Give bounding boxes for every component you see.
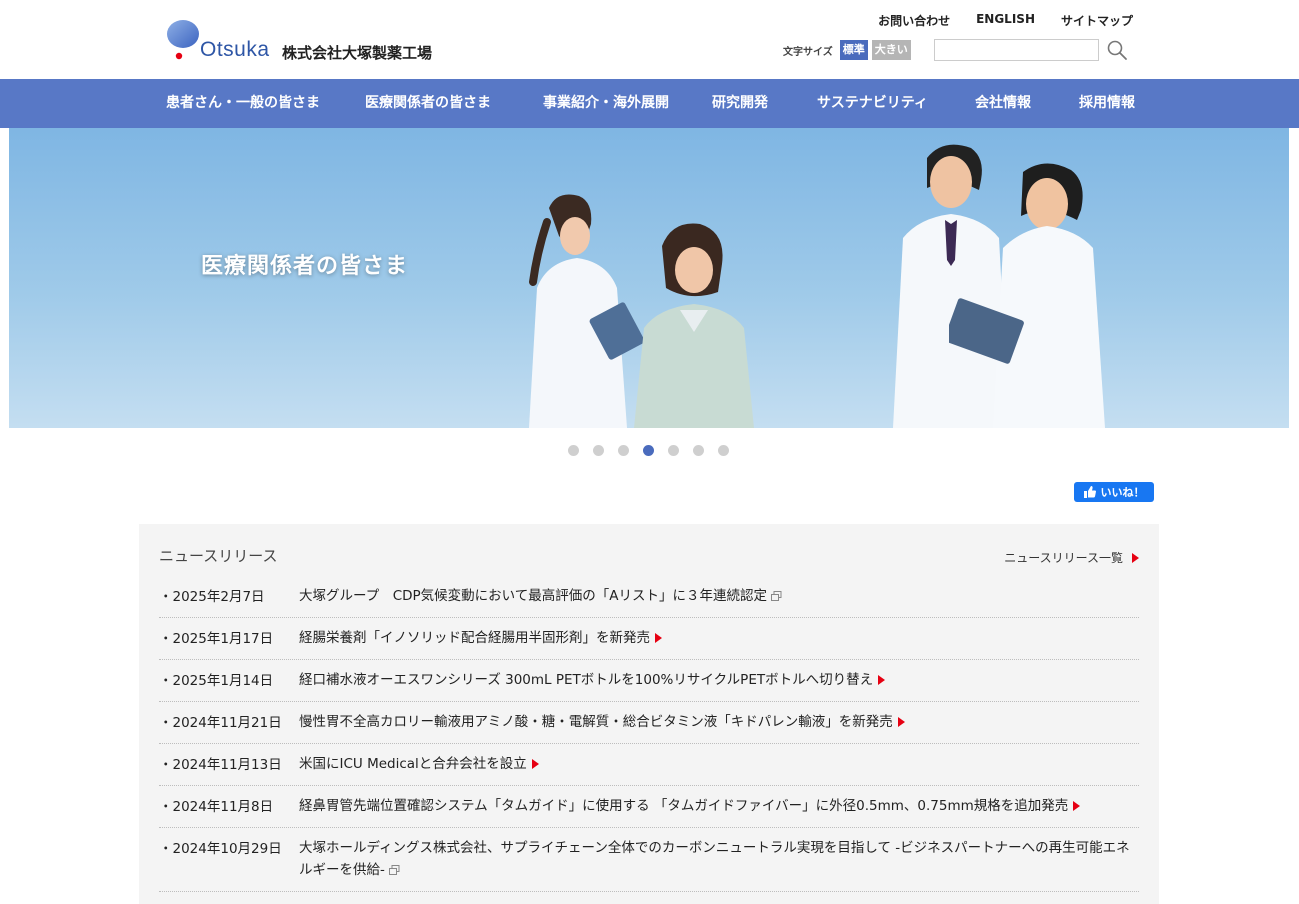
news-section-title: ニュースリリース: [159, 547, 278, 565]
news-link[interactable]: 大塚ホールディングス株式会社、サプライチェーン全体でのカーボンニュートラル実現を…: [299, 828, 1139, 891]
news-date: ・2024年11月13日: [159, 757, 282, 773]
font-size-label: 文字サイズ: [783, 46, 833, 58]
font-size-standard-button[interactable]: 標準: [839, 40, 868, 60]
news-item: ・2024年11月21日 慢性胃不全高カロリー輸液用アミノ酸・糖・電解質・総合ビ…: [159, 702, 1139, 744]
arrow-right-icon: [655, 633, 662, 643]
slide-dot-7[interactable]: [718, 445, 729, 456]
slide-dot-6[interactable]: [693, 445, 704, 456]
otsuka-logo[interactable]: Otsuka 株式会社大塚製薬工場: [164, 18, 464, 64]
news-date: ・2025年1月14日: [159, 673, 274, 689]
facebook-like-button[interactable]: いいね！: [1074, 482, 1154, 502]
news-date: ・2024年11月21日: [159, 715, 282, 731]
search-input[interactable]: [934, 39, 1099, 61]
english-link[interactable]: ENGLISH: [976, 12, 1035, 29]
news-link[interactable]: 米国にICU Medicalと合弁会社を設立: [299, 744, 1139, 785]
news-title-text: 大塚ホールディングス株式会社、サプライチェーン全体でのカーボンニュートラル実現を…: [299, 840, 1130, 878]
news-link[interactable]: 経口補水液オーエスワンシリーズ 300mL PETボトルを100%リサイクルPE…: [299, 660, 1139, 701]
news-title-text: 大塚グループ CDP気候変動において最高評価の「Aリスト」に３年連続認定: [299, 588, 767, 604]
nav-research[interactable]: 研究開発: [712, 79, 768, 128]
sitemap-link[interactable]: サイトマップ: [1061, 12, 1133, 29]
news-release-section: ニュースリリース ニュースリリース一覧 ・2025年2月7日 大塚グループ CD…: [139, 524, 1159, 904]
arrow-right-icon: [878, 675, 886, 685]
nav-medical-professionals[interactable]: 医療関係者の皆さま: [365, 79, 491, 128]
news-item: ・2024年11月13日 米国にICU Medicalと合弁会社を設立: [159, 744, 1139, 786]
news-list-link-label: ニュースリリース一覧: [1004, 551, 1123, 565]
slide-dot-2[interactable]: [593, 445, 604, 456]
news-item: ・2024年10月29日 大塚ホールディングス株式会社、サプライチェーン全体での…: [159, 828, 1139, 892]
news-link[interactable]: 経腸栄養剤「イノソリッド配合経腸用半固形剤」を新発売: [299, 618, 1139, 659]
news-title-text: 経鼻胃管先端位置確認システム「タムガイド」に使用する 「タムガイドファイバー」に…: [299, 798, 1069, 814]
nav-recruit[interactable]: 採用情報: [1079, 79, 1135, 128]
nav-company[interactable]: 会社情報: [975, 79, 1031, 128]
like-label: いいね！: [1100, 486, 1145, 499]
hero-title: 医療関係者の皆さま: [201, 254, 409, 279]
patient-figure: [634, 223, 754, 428]
slide-dot-1[interactable]: [568, 445, 579, 456]
news-item: ・2025年1月17日 経腸栄養剤「イノソリッド配合経腸用半固形剤」を新発売: [159, 618, 1139, 660]
arrow-right-icon: [1132, 552, 1139, 563]
news-date: ・2024年10月29日: [159, 841, 282, 857]
global-nav: 患者さん・一般の皆さま 医療関係者の皆さま 事業紹介・海外展開 研究開発 サステ…: [0, 79, 1299, 128]
slide-dot-4[interactable]: [643, 445, 654, 456]
news-list-link[interactable]: ニュースリリース一覧: [1004, 549, 1139, 566]
news-item: ・2024年11月8日 経鼻胃管先端位置確認システム「タムガイド」に使用する 「…: [159, 786, 1139, 828]
site-header: Otsuka 株式会社大塚製薬工場 お問い合わせ ENGLISH サイトマップ …: [0, 0, 1299, 79]
news-list: ・2025年2月7日 大塚グループ CDP気候変動において最高評価の「Aリスト」…: [159, 576, 1139, 892]
external-link-icon: [388, 865, 400, 875]
news-link[interactable]: 大塚グループ CDP気候変動において最高評価の「Aリスト」に３年連続認定: [299, 576, 1139, 617]
news-item: ・2025年1月14日 経口補水液オーエスワンシリーズ 300mL PETボトル…: [159, 660, 1139, 702]
news-link[interactable]: 経鼻胃管先端位置確認システム「タムガイド」に使用する 「タムガイドファイバー」に…: [299, 786, 1139, 827]
news-title-text: 米国にICU Medicalと合弁会社を設立: [299, 756, 527, 772]
logo-wordmark: Otsuka: [200, 38, 270, 61]
news-title-text: 経腸栄養剤「イノソリッド配合経腸用半固形剤」を新発売: [299, 630, 650, 646]
news-title-text: 経口補水液オーエスワンシリーズ 300mL PETボトルを100%リサイクルPE…: [299, 672, 874, 688]
nav-patients[interactable]: 患者さん・一般の皆さま: [166, 79, 320, 128]
hero-banner[interactable]: 医療関係者の皆さま: [9, 128, 1289, 428]
slide-dot-5[interactable]: [668, 445, 679, 456]
arrow-right-icon: [897, 717, 905, 727]
news-date: ・2024年11月8日: [159, 799, 274, 815]
utility-links: お問い合わせ ENGLISH サイトマップ: [878, 12, 1133, 29]
arrow-right-icon: [1073, 801, 1081, 811]
arrow-right-icon: [531, 759, 539, 769]
nav-business[interactable]: 事業紹介・海外展開: [543, 79, 669, 128]
news-item: ・2025年2月7日 大塚グループ CDP気候変動において最高評価の「Aリスト」…: [159, 576, 1139, 618]
news-date: ・2025年2月7日: [159, 589, 265, 605]
doctor-figure-2: [949, 163, 1105, 428]
external-link-icon: [770, 591, 782, 601]
thumbs-up-icon: [1083, 486, 1096, 498]
logo-mark-icon: [167, 20, 199, 60]
news-link[interactable]: 慢性胃不全高カロリー輸液用アミノ酸・糖・電解質・総合ビタミン液「キドパレン輸液」…: [299, 702, 1139, 743]
hero-pagination: [568, 445, 729, 456]
font-size-switcher: 文字サイズ 標準 大きい: [783, 40, 911, 60]
search-icon[interactable]: [1106, 39, 1128, 61]
nav-sustainability[interactable]: サステナビリティ: [817, 79, 928, 128]
contact-link[interactable]: お問い合わせ: [878, 12, 950, 29]
slide-dot-3[interactable]: [618, 445, 629, 456]
news-title-text: 慢性胃不全高カロリー輸液用アミノ酸・糖・電解質・総合ビタミン液「キドパレン輸液」…: [299, 714, 893, 730]
news-date: ・2025年1月17日: [159, 631, 274, 647]
company-name: 株式会社大塚製薬工場: [282, 44, 433, 62]
font-size-large-button[interactable]: 大きい: [871, 40, 911, 60]
